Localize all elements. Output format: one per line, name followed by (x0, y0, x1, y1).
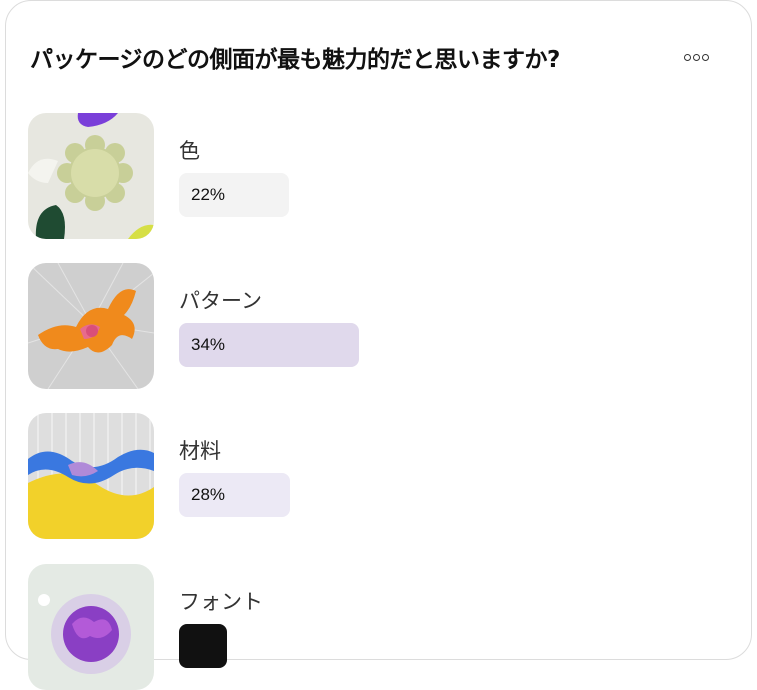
option-result-bar: 28% (179, 473, 290, 517)
option-thumbnail-material (28, 413, 154, 539)
option-result-bar: 34% (179, 323, 359, 367)
poll-option-font[interactable]: フォント (28, 564, 728, 690)
option-percent: 28% (191, 485, 226, 504)
option-percent: 34% (191, 335, 226, 354)
option-label: フォント (179, 590, 263, 614)
poll-card: パッケージのどの側面が最も魅力的だと思いますか? 色 22% パターン 34% … (5, 0, 752, 690)
poll-option-color[interactable]: 色 22% (28, 113, 728, 239)
poll-question: パッケージのどの側面が最も魅力的だと思いますか? (30, 47, 560, 73)
option-thumbnail-color (28, 113, 154, 239)
option-thumbnail-pattern (28, 263, 154, 389)
option-result-bar: 22% (179, 173, 289, 217)
poll-option-pattern[interactable]: パターン 34% (28, 263, 728, 389)
option-label: パターン (179, 289, 262, 313)
more-options-button[interactable] (678, 45, 714, 69)
option-percent: 22% (191, 185, 226, 204)
poll-option-material[interactable]: 材料 28% (28, 413, 728, 539)
more-options-dot (692, 53, 700, 61)
option-label: 色 (179, 139, 200, 163)
more-options-icon (683, 53, 691, 61)
option-label: 材料 (179, 439, 221, 463)
option-thumbnail-font (28, 564, 154, 690)
more-options-dot (701, 53, 709, 61)
option-result-bar (179, 624, 227, 668)
